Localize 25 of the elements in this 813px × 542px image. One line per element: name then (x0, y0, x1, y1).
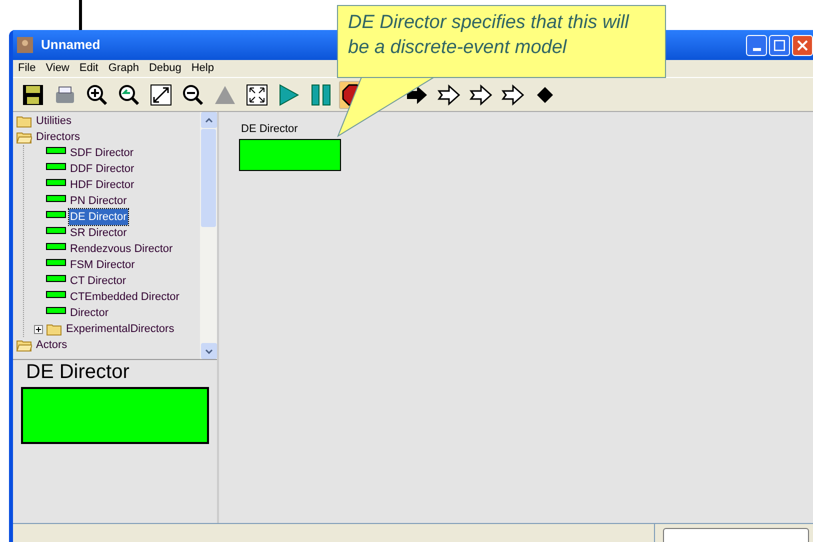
tree-item[interactable]: ExperimentalDirectors (65, 320, 176, 338)
tree-item[interactable]: Utilities (35, 112, 72, 130)
tree-item[interactable]: CTEmbedded Director (69, 288, 180, 306)
window-title: Unnamed (41, 36, 100, 54)
tree-item[interactable]: Rendezvous Director (69, 240, 174, 258)
tree-item[interactable]: SDF Director (69, 144, 135, 162)
callout-text: DE Director specifies that this will be a discrete-event model (348, 11, 630, 60)
menu-item[interactable]: File (18, 60, 36, 77)
tree-item[interactable]: Director (69, 304, 110, 322)
tree-item[interactable]: FSM Director (69, 256, 136, 274)
menu-item[interactable]: Edit (79, 60, 98, 77)
tree-item[interactable]: DE Director (69, 208, 128, 226)
menu-item[interactable]: Graph (108, 60, 139, 77)
preview-title: DE Director (26, 360, 130, 384)
tree-item[interactable]: PN Director (69, 192, 128, 210)
menu-item[interactable]: Debug (148, 60, 182, 77)
tree-item[interactable]: SR Director (69, 224, 128, 242)
tree-item[interactable]: Directors (35, 128, 82, 146)
tree-item[interactable]: CT Director (69, 272, 128, 290)
tree-item[interactable]: HDF Director (69, 176, 136, 194)
menu-item[interactable]: View (46, 60, 70, 77)
tree-item[interactable]: DDF Director (69, 160, 136, 178)
director-label: DE Director (241, 122, 299, 137)
tree-item[interactable]: Actors (35, 336, 68, 354)
menu-item[interactable]: Help (191, 60, 214, 77)
